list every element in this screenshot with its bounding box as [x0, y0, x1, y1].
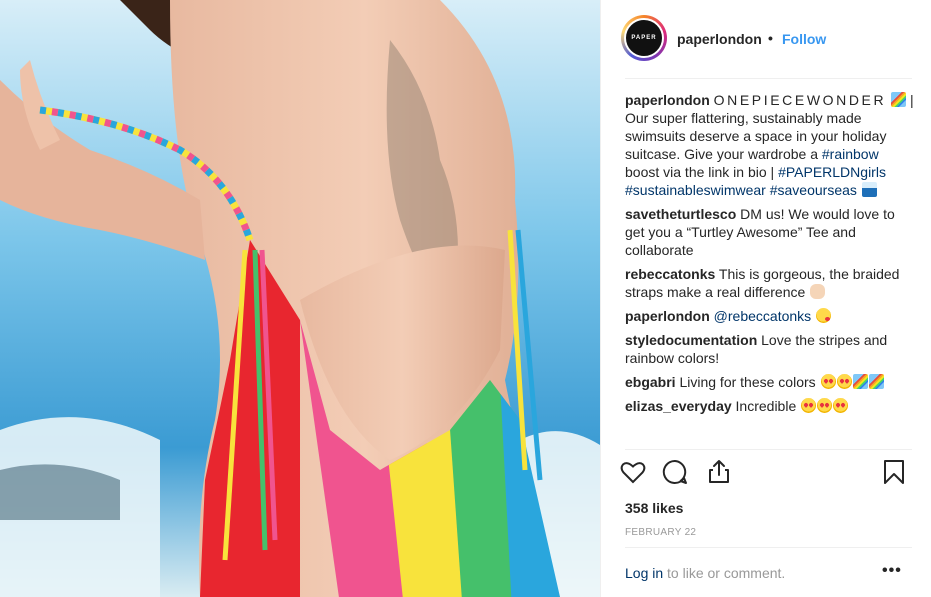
heart-eyes-emoji-icon — [817, 398, 833, 413]
rainbow-emoji-icon — [852, 374, 868, 389]
hashtag-rainbow[interactable]: #rainbow — [822, 146, 879, 162]
wave-emoji-icon — [861, 182, 877, 197]
comment-item: savetheturtlesco DM us! We would love to… — [625, 205, 915, 259]
heart-icon[interactable] — [619, 458, 647, 486]
comment-text — [811, 308, 815, 324]
caption-text-2: boost via the link in bio | — [625, 164, 779, 180]
comment-icon[interactable] — [661, 458, 689, 486]
ok-hand-emoji-icon — [810, 284, 826, 299]
like-count[interactable]: 358 likes — [625, 500, 683, 516]
comment-mention[interactable]: @rebeccatonks — [714, 308, 811, 324]
heart-eyes-emoji-icon — [820, 374, 836, 389]
comment-item: styledocumentation Love the stripes and … — [625, 331, 915, 367]
action-bar — [601, 458, 931, 490]
actions-divider — [625, 449, 912, 450]
hashtag-paperldngirls[interactable]: #PAPERLDNgirls — [778, 164, 886, 180]
comment-username[interactable]: savetheturtlesco — [625, 206, 736, 222]
heart-eyes-emoji-icon — [836, 374, 852, 389]
bookmark-icon[interactable] — [880, 458, 908, 486]
comment-item: rebeccatonks This is gorgeous, the braid… — [625, 265, 915, 301]
comments-list: paperlondon ONEPIECEWONDER | Our super f… — [625, 91, 915, 421]
heart-eyes-emoji-icon — [833, 398, 849, 413]
post-date[interactable]: FEBRUARY 22 — [625, 527, 696, 538]
comment-username[interactable]: ebgabri — [625, 374, 676, 390]
post-side-panel: PAPER paperlondon • Follow paperlondon O… — [600, 0, 931, 597]
follow-button[interactable]: Follow — [782, 31, 826, 47]
hashtag-saveourseas[interactable]: #saveourseas — [770, 182, 857, 198]
login-link[interactable]: Log in — [625, 565, 663, 581]
header-username[interactable]: paperlondon — [677, 31, 762, 47]
caption-title: ONEPIECEWONDER — [713, 92, 887, 108]
heart-eyes-emoji-icon — [801, 398, 817, 413]
comment-text: Incredible — [731, 398, 801, 414]
footer-divider — [625, 547, 912, 548]
comment-username[interactable]: styledocumentation — [625, 332, 757, 348]
swimsuit-photo — [0, 0, 600, 597]
hashtag-sustainableswimwear[interactable]: #sustainableswimwear — [625, 182, 766, 198]
comment-item: elizas_everyday Incredible — [625, 397, 915, 415]
comment-item: paperlondon @rebeccatonks — [625, 307, 915, 325]
caption: paperlondon ONEPIECEWONDER | Our super f… — [625, 91, 915, 199]
comment-username[interactable]: elizas_everyday — [625, 398, 732, 414]
avatar[interactable]: PAPER — [621, 15, 667, 61]
kiss-emoji-icon — [816, 308, 832, 323]
rainbow-emoji-icon — [891, 92, 907, 107]
login-prompt: Log in to like or comment. — [625, 565, 785, 581]
more-icon[interactable]: ••• — [882, 562, 902, 580]
comment-username[interactable]: rebeccatonks — [625, 266, 715, 282]
caption-username[interactable]: paperlondon — [625, 92, 710, 108]
header-separator: • — [768, 30, 773, 46]
comment-item: ebgabri Living for these colors — [625, 373, 915, 391]
avatar-logo: PAPER — [624, 18, 664, 58]
comment-text: Living for these colors — [675, 374, 820, 390]
header-divider — [625, 78, 912, 79]
login-text: to like or comment. — [663, 565, 786, 581]
comment-username[interactable]: paperlondon — [625, 308, 710, 324]
post-photo[interactable] — [0, 0, 600, 597]
post-header: PAPER paperlondon • Follow — [601, 0, 931, 78]
share-icon[interactable] — [705, 458, 733, 486]
rainbow-emoji-icon — [868, 374, 884, 389]
